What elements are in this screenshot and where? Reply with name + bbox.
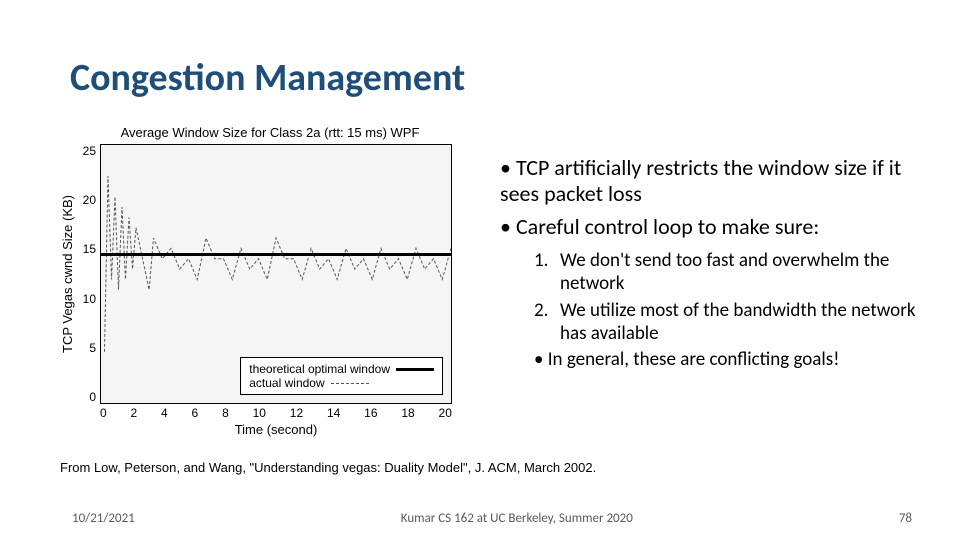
legend-label: actual window (249, 376, 324, 390)
x-axis-label: Time (second) (100, 422, 452, 437)
y-axis-label: TCP Vegas cwnd Size (KB) (60, 144, 76, 404)
x-ticks: 02468101214161820 (100, 406, 452, 420)
footer-date: 10/21/2021 (72, 511, 135, 526)
footer-center: Kumar CS 162 at UC Berkeley, Summer 2020 (401, 511, 633, 526)
sub-1: 1.We don't send too fast and overwhelm t… (534, 250, 930, 296)
solid-swatch-icon (396, 368, 434, 371)
sub-3: In general, these are conflicting goals! (534, 349, 930, 372)
sub-2: 2.We utilize most of the bandwidth the n… (534, 300, 930, 346)
slide: Congestion Management Average Window Siz… (0, 0, 960, 540)
page-title: Congestion Management (70, 55, 465, 101)
optimal-window-line (101, 253, 451, 256)
chart: Average Window Size for Class 2a (rtt: 1… (60, 125, 480, 455)
footer-page: 78 (899, 511, 912, 526)
legend: theoretical optimal window actual window (240, 357, 443, 395)
footer: 10/21/2021 Kumar CS 162 at UC Berkeley, … (0, 511, 960, 526)
chart-title: Average Window Size for Class 2a (rtt: 1… (60, 125, 480, 140)
legend-label: theoretical optimal window (249, 362, 390, 376)
bullet-content: TCP artificially restricts the window si… (500, 155, 930, 372)
dashed-swatch-icon (331, 383, 369, 384)
y-ticks: 25 20 15 10 5 0 (78, 144, 100, 404)
bullet-1: TCP artificially restricts the window si… (500, 155, 930, 208)
bullet-2: Careful control loop to make sure: (500, 214, 930, 240)
plot-area: theoretical optimal window actual window (100, 144, 452, 404)
chart-caption: From Low, Peterson, and Wang, "Understan… (60, 460, 596, 475)
